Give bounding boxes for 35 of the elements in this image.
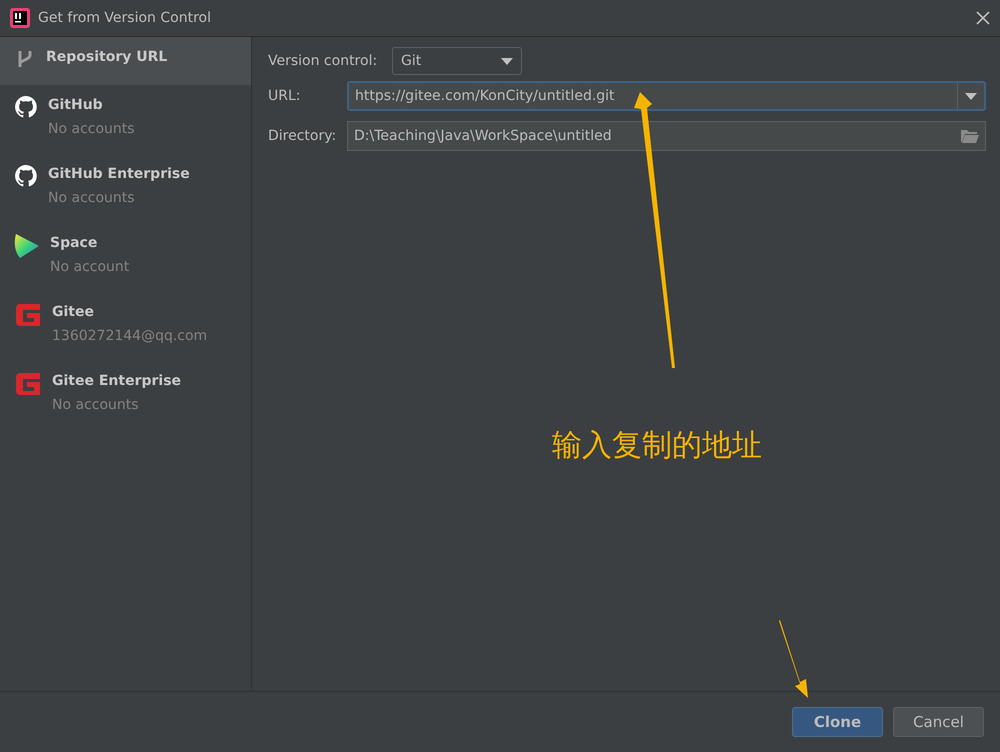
account-text: No accounts [52, 397, 140, 413]
github-icon [14, 164, 38, 188]
field-label: Directory: [268, 128, 338, 144]
sidebar-item[interactable]: GitHub No accounts [0, 85, 251, 154]
account-text: 1360272144@qq.com [52, 328, 208, 344]
sidebar-item[interactable]: Gitee Enterprise No accounts [0, 361, 251, 430]
account-text: No accounts [48, 121, 135, 137]
sidebar-item[interactable]: Gitee 1360272144@qq.com [0, 292, 251, 361]
sidebar-item-label: Gitee [52, 303, 95, 322]
caret-icon [501, 58, 513, 64]
app-logo-icon [10, 8, 30, 28]
sidebar-item-label: Space [50, 234, 98, 253]
annotation-text: 输入复制的地址 [552, 427, 762, 465]
sidebar-item-label: Repository URL [46, 48, 168, 67]
account-text: No account [50, 259, 130, 275]
version-control-dropdown[interactable]: Git [392, 47, 522, 75]
field-label: Version control: [268, 53, 378, 69]
sidebar-item[interactable]: Repository URL [0, 37, 251, 85]
sidebar-item-label: Gitee Enterprise [52, 372, 182, 391]
play-logo-icon [14, 233, 40, 259]
clone-button[interactable]: Clone [792, 707, 883, 737]
directory-field[interactable]: D:\Teaching\Java\WorkSpace\untitled [347, 121, 986, 151]
sidebar-item[interactable]: Space No account [0, 223, 251, 292]
github-icon [14, 95, 38, 119]
cancel-button[interactable]: Cancel [893, 707, 984, 737]
close-icon[interactable] [976, 11, 990, 25]
account-text: No accounts [48, 190, 136, 206]
sidebar-item-label: GitHub [48, 96, 104, 115]
sidebar-item[interactable]: GitHub Enterprise No accounts [0, 154, 251, 223]
folder-icon[interactable] [961, 129, 979, 143]
caret-icon [965, 92, 977, 100]
url-field[interactable]: https://gitee.com/KonCity/untitled.git [347, 81, 986, 111]
field-label: URL: [268, 88, 302, 104]
window-title: Get from Version Control [38, 10, 212, 26]
sidebar-item-label: GitHub Enterprise [48, 165, 190, 184]
